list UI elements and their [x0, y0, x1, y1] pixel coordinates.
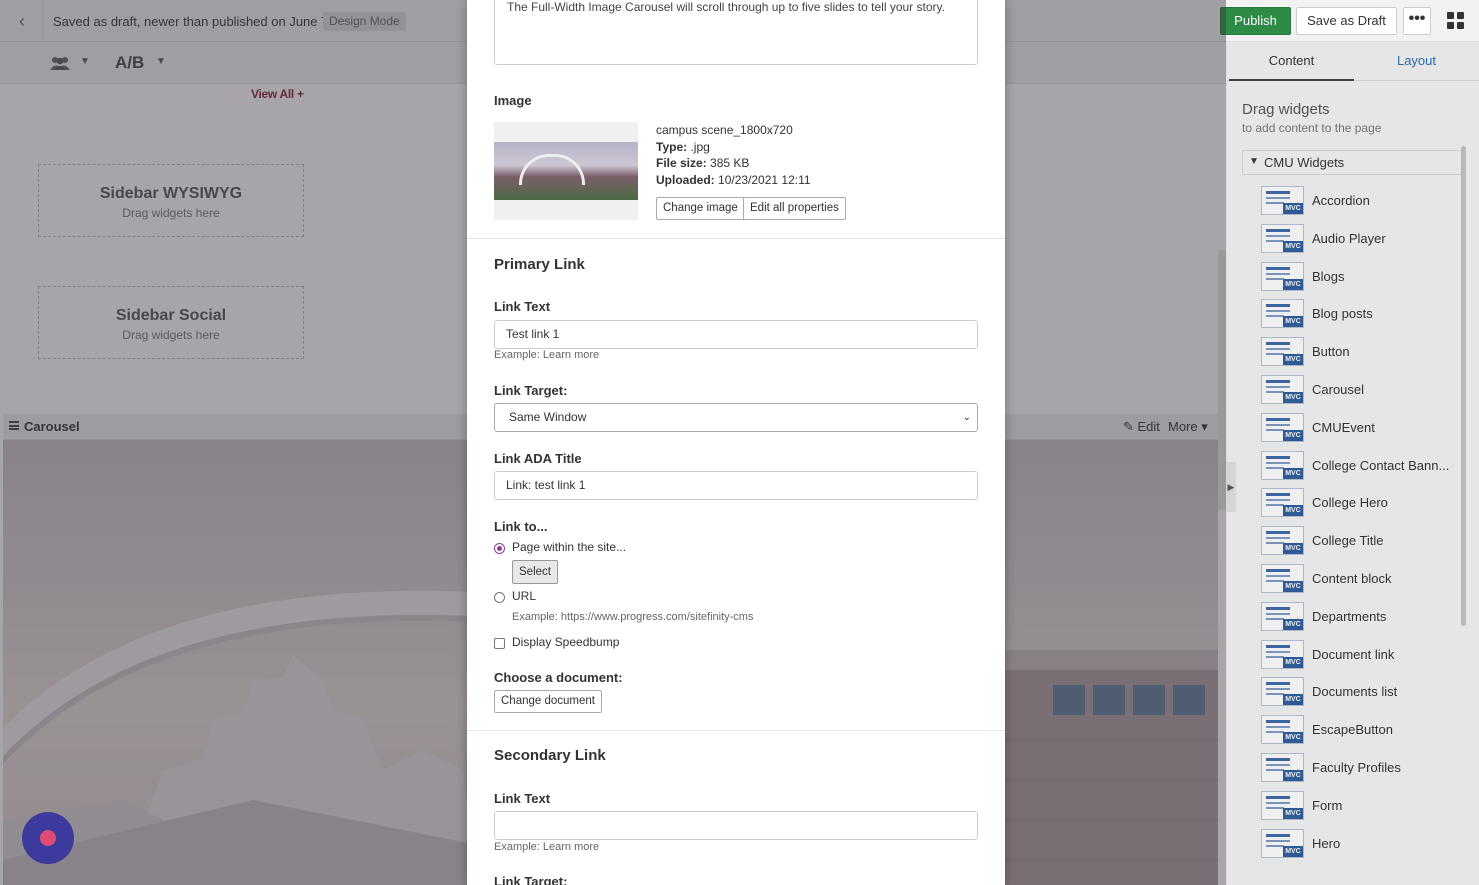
image-size-value: 385 KB [710, 156, 750, 170]
image-file-name: campus scene_1800x720 [656, 123, 793, 137]
url-hint: Example: https://www.progress.com/sitefi… [512, 611, 754, 623]
image-uploaded: Uploaded: 10/23/2021 12:11 [656, 173, 811, 187]
selected-target: Same Window [509, 410, 587, 424]
primary-link-heading: Primary Link [494, 256, 585, 273]
description-textarea[interactable]: The Full-Width Image Carousel will scrol… [494, 0, 978, 65]
image-type: Type: .jpg [656, 140, 710, 154]
change-image-button[interactable]: Change image [656, 197, 745, 220]
display-speedbump-checkbox[interactable] [494, 638, 505, 649]
primary-link-text-field[interactable]: Test link 1 [494, 320, 978, 349]
image-type-value: .jpg [690, 140, 710, 154]
publish-button[interactable]: Publish [1220, 7, 1291, 35]
link-text-label: Link Text [494, 299, 551, 314]
edit-all-properties-button[interactable]: Edit all properties [743, 197, 846, 220]
link-to-label: Link to... [494, 519, 548, 534]
page-within-site-label: Page within the site... [512, 540, 627, 554]
image-uploaded-label: Uploaded: [656, 173, 715, 187]
choose-document-label: Choose a document: [494, 670, 623, 685]
link-ada-title-label: Link ADA Title [494, 451, 582, 466]
link-text-hint: Example: Learn more [494, 841, 600, 853]
select-page-button[interactable]: Select [512, 560, 558, 584]
link-text-hint: Example: Learn more [494, 349, 600, 361]
thumbnail-picture [494, 142, 638, 200]
link-target-label: Link Target: [494, 383, 568, 398]
chevron-down-icon: ⌄ [962, 412, 971, 423]
divider [467, 730, 1005, 731]
secondary-link-heading: Secondary Link [494, 747, 606, 764]
page-within-site-radio[interactable] [494, 543, 505, 554]
save-as-draft-button[interactable]: Save as Draft [1296, 7, 1397, 35]
carousel-edit-dialog: The Full-Width Image Carousel will scrol… [467, 0, 1005, 885]
widgets-panel: Content Layout Drag widgets to add conte… [1226, 42, 1479, 885]
canvas-scrollbar[interactable] [1218, 250, 1226, 510]
secondary-link-text-field[interactable] [494, 811, 978, 840]
chat-icon [40, 830, 56, 846]
link-target-label: Link Target: [494, 874, 568, 885]
more-actions-button[interactable]: ••• [1403, 7, 1431, 35]
image-uploaded-value: 10/23/2021 12:11 [718, 173, 811, 187]
display-speedbump-label: Display Speedbump [512, 635, 620, 649]
primary-link-ada-field[interactable]: Link: test link 1 [494, 471, 978, 500]
image-label: Image [494, 93, 532, 108]
url-label: URL [512, 589, 537, 603]
change-document-button[interactable]: Change document [494, 690, 602, 713]
link-text-label: Link Text [494, 791, 551, 806]
collapse-panel-icon[interactable]: ▶ [1226, 462, 1236, 512]
url-radio[interactable] [494, 592, 505, 603]
image-size: File size: 385 KB [656, 156, 749, 170]
divider [467, 238, 1005, 239]
description-text: The Full-Width Image Carousel will scrol… [507, 0, 945, 14]
panel-dim-overlay [1227, 42, 1479, 885]
image-thumbnail[interactable] [494, 122, 638, 220]
image-size-label: File size: [656, 156, 707, 170]
chat-launcher-button[interactable] [22, 812, 74, 864]
grid-icon[interactable] [1447, 12, 1465, 30]
primary-link-target-select[interactable]: Same Window ⌄ [494, 403, 978, 432]
image-type-label: Type: [656, 140, 688, 154]
